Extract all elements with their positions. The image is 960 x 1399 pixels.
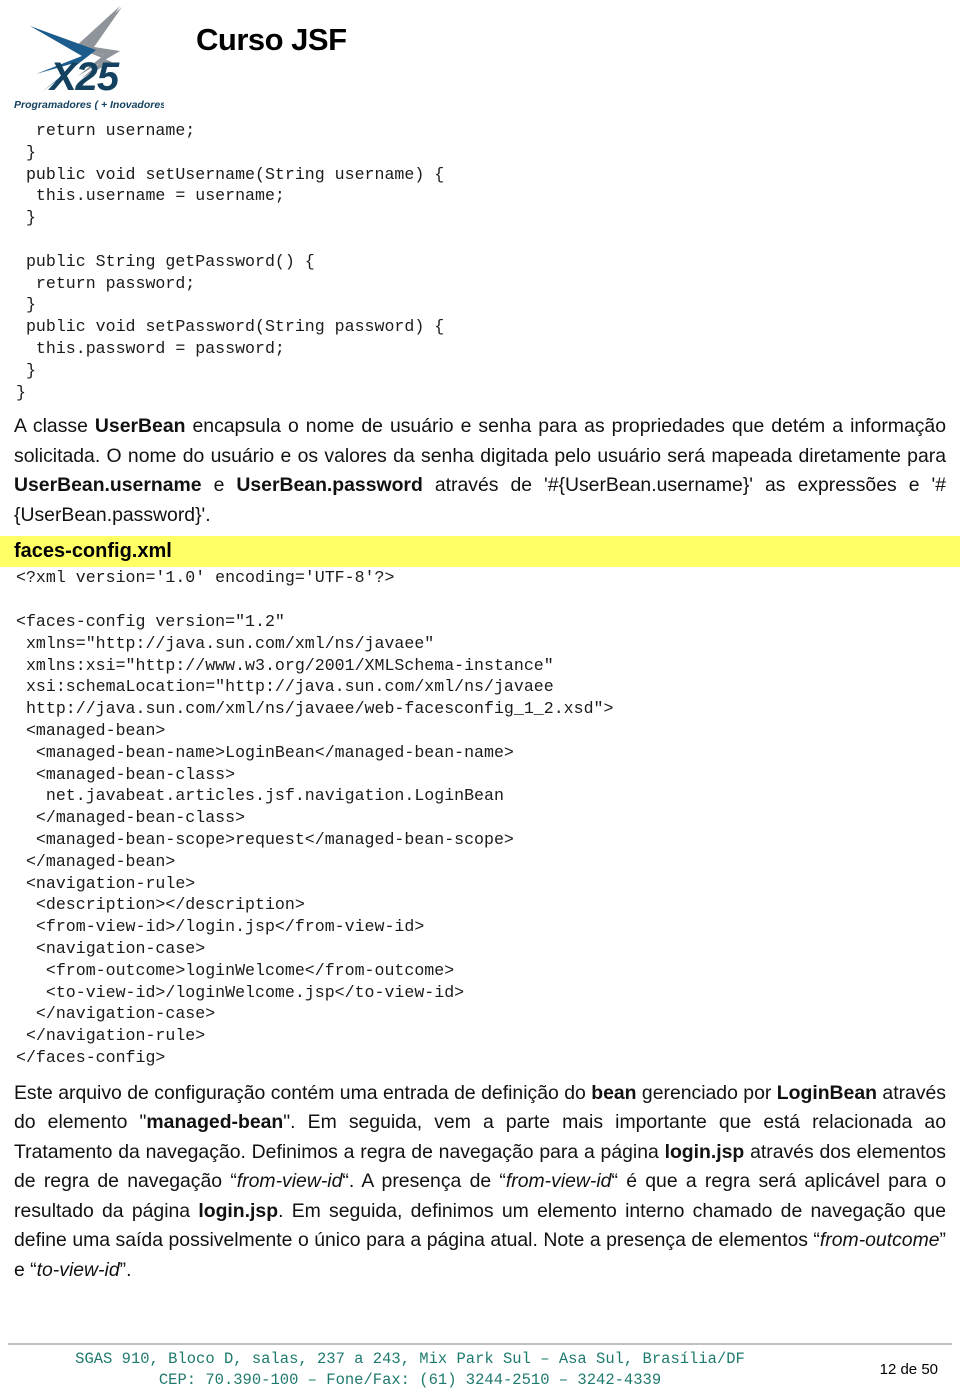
footer-divider [8, 1343, 952, 1345]
xml-code-block: <?xml version='1.0' encoding='UTF-8'?> <… [16, 568, 614, 1067]
paragraph-userbean-description: A classe UserBean encapsula o nome de us… [14, 415, 946, 526]
page-header: X25 Programadores ( + Inovadores ; ) Cur… [0, 0, 960, 118]
page-footer: SGAS 910, Bloco D, salas, 237 a 243, Mix… [0, 1337, 960, 1399]
page-title: Curso JSF [196, 22, 347, 57]
svg-text:X25: X25 [48, 55, 120, 99]
section-heading-faces-config: faces-config.xml [0, 536, 960, 568]
paragraph-navigation-description: Este arquivo de configuração contém uma … [14, 1081, 947, 1281]
footer-address: SGAS 910, Bloco D, salas, 237 a 243, Mix… [75, 1350, 745, 1389]
java-code-block: return username; } public void setUserna… [16, 121, 445, 402]
svg-text:Programadores ( + Inovadores ;: Programadores ( + Inovadores ; ) [14, 99, 164, 111]
x25-logo: X25 Programadores ( + Inovadores ; ) [12, 4, 164, 114]
page-number: 12 de 50 [879, 1361, 938, 1378]
